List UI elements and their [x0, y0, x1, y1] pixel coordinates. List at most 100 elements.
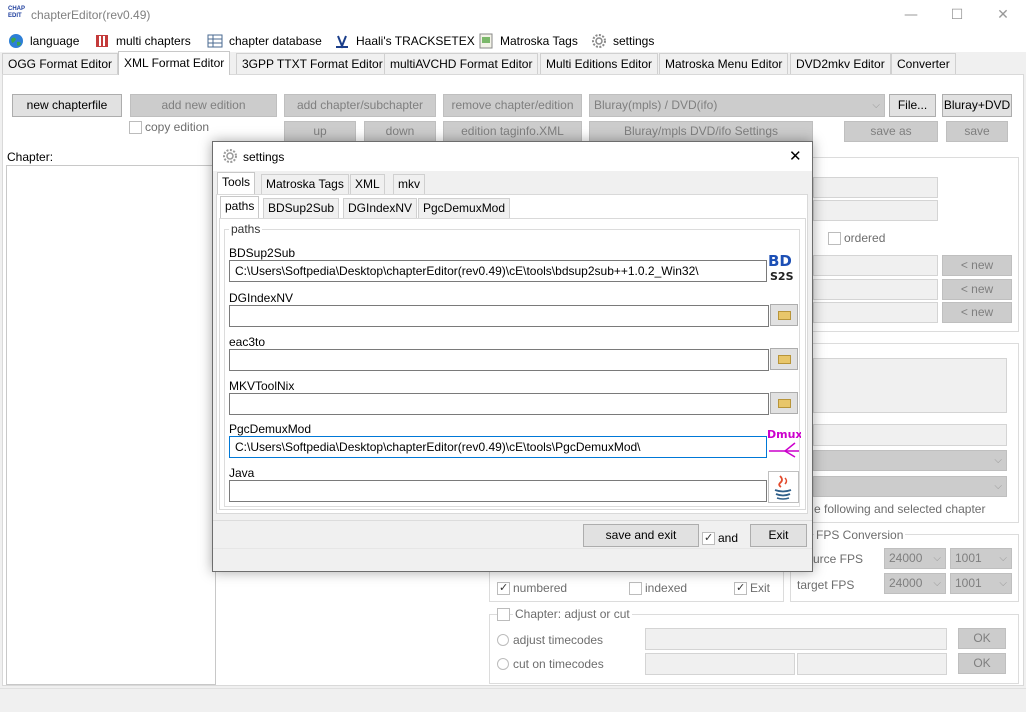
dialog-close-button[interactable]: ✕	[789, 147, 802, 165]
subtab-dgindexnv[interactable]: DGIndexNV	[343, 198, 418, 218]
menu-language[interactable]: language	[8, 32, 79, 50]
indexed-checkbox[interactable]	[629, 582, 642, 595]
minimize-button[interactable]: —	[888, 0, 934, 30]
dlg-tab-matroska-tags[interactable]: Matroska Tags	[261, 174, 349, 194]
table-icon	[207, 33, 223, 49]
exit-label: Exit	[750, 581, 771, 595]
book-icon	[94, 33, 110, 49]
menu-haali-tracksetex[interactable]: Haali's TRACKSETEX	[334, 32, 475, 50]
target-fps-den-select[interactable]: 1001 ⌵	[950, 573, 1012, 594]
cut-start-input[interactable]	[645, 653, 795, 675]
tab-converter[interactable]: Converter	[891, 53, 956, 74]
remove-chapter-button[interactable]: remove chapter/edition	[443, 94, 582, 117]
folder-icon	[778, 399, 791, 408]
adjust-timecodes-input[interactable]	[645, 628, 947, 650]
mkvtoolnix-path-input[interactable]	[229, 393, 769, 415]
chapter-field-1[interactable]	[813, 177, 938, 198]
haali-icon	[334, 33, 350, 49]
save-and-exit-button[interactable]: save and exit	[583, 524, 699, 547]
bdsup2sub-label: BDSup2Sub	[229, 246, 296, 260]
cut-timecodes-radio[interactable]	[497, 658, 509, 670]
adjust-cut-checkbox[interactable]	[497, 608, 510, 621]
chapter-select-2[interactable]: ⌵	[813, 476, 1007, 497]
tab-3gpp-ttxt-editor[interactable]: 3GPP TTXT Format Editor	[236, 53, 389, 74]
eac3to-path-input[interactable]	[229, 349, 769, 371]
bdsup2sub-path-input[interactable]: C:\Users\Softpedia\Desktop\chapterEditor…	[229, 260, 767, 282]
save-button[interactable]: save	[946, 121, 1008, 142]
chapter-select-1[interactable]: ⌵	[813, 450, 1007, 471]
app-icon: CHAP EDIT	[8, 6, 26, 19]
tab-dvd2mkv-editor[interactable]: DVD2mkv Editor	[790, 53, 891, 74]
close-button[interactable]: ✕	[980, 0, 1026, 30]
chapter-tree[interactable]	[6, 165, 216, 685]
folder-icon	[778, 311, 791, 320]
exit-checkbox[interactable]	[734, 581, 747, 595]
new-chapterfile-button[interactable]: new chapterfile	[12, 94, 122, 117]
tab-multiavchd-editor[interactable]: multiAVCHD Format Editor	[384, 53, 539, 74]
java-path-input[interactable]	[229, 480, 767, 502]
and-checkbox[interactable]	[702, 531, 715, 545]
mkvtoolnix-label: MKVToolNix	[229, 379, 295, 393]
edition-taginfo-button[interactable]: edition taginfo.XML	[443, 121, 582, 142]
dgindexnv-path-input[interactable]	[229, 305, 769, 327]
svg-text:S2S: S2S	[770, 270, 794, 282]
tab-xml-format-editor[interactable]: XML Format Editor	[118, 51, 231, 75]
chapter-field-2[interactable]	[813, 200, 938, 221]
dlg-tab-tools[interactable]: Tools	[217, 172, 256, 194]
new-button-3[interactable]: < new	[942, 302, 1012, 323]
save-as-button[interactable]: save as	[844, 121, 938, 142]
subtab-pgcdemuxmod[interactable]: PgcDemuxMod	[418, 198, 511, 218]
tab-multi-editions-editor[interactable]: Multi Editions Editor	[540, 53, 659, 74]
cut-ok-button[interactable]: OK	[958, 653, 1006, 674]
add-chapter-button[interactable]: add chapter/subchapter	[284, 94, 436, 117]
source-fps-select[interactable]: 24000 ⌵	[884, 548, 946, 569]
source-select[interactable]: Bluray(mpls) / DVD(ifo) ⌵	[589, 94, 885, 117]
dlg-tab-xml[interactable]: XML	[350, 174, 385, 194]
bluray-settings-button[interactable]: Bluray/mpls DVD/ifo Settings	[589, 121, 813, 142]
chapter-notes-box[interactable]	[813, 358, 1007, 413]
title-bar: CHAP EDIT chapterEditor(rev0.49) — ☐ ✕	[0, 0, 1026, 30]
subtab-paths[interactable]: paths	[220, 196, 260, 218]
new-button-2[interactable]: < new	[942, 279, 1012, 300]
dialog-exit-button[interactable]: Exit	[750, 524, 807, 547]
chapter-field-4[interactable]	[813, 279, 938, 300]
java-logo-icon[interactable]	[768, 471, 799, 503]
tab-matroska-menu-editor[interactable]: Matroska Menu Editor	[659, 53, 789, 74]
copy-edition-checkbox[interactable]	[129, 121, 142, 134]
adjust-ok-button[interactable]: OK	[958, 628, 1006, 649]
chapter-field-5[interactable]	[813, 302, 938, 323]
bdsup2sub-logo-icon: BD S2S	[768, 252, 800, 283]
bluray-dvd-button[interactable]: Bluray+DVD	[942, 94, 1012, 117]
fps-conversion-title: FPS Conversion	[814, 528, 906, 542]
chapter-field-3[interactable]	[813, 255, 938, 276]
mkvtoolnix-browse-button[interactable]	[770, 392, 798, 414]
down-button[interactable]: down	[364, 121, 436, 142]
eac3to-browse-button[interactable]	[770, 348, 798, 370]
subtab-bdsup2sub[interactable]: BDSup2Sub	[263, 198, 340, 218]
chapter-label: Chapter:	[7, 150, 54, 164]
menu-matroska-tags[interactable]: Matroska Tags	[478, 32, 578, 50]
maximize-button[interactable]: ☐	[934, 0, 980, 30]
tab-ogg-format-editor[interactable]: OGG Format Editor	[2, 53, 119, 74]
menu-multi-chapters[interactable]: multi chapters	[94, 32, 191, 50]
folder-icon	[778, 355, 791, 364]
dlg-tab-mkv[interactable]: mkv	[393, 174, 425, 194]
file-button[interactable]: File...	[889, 94, 936, 117]
pgcdemuxmod-path-input[interactable]: C:\Users\Softpedia\Desktop\chapterEditor…	[229, 436, 767, 458]
chapter-field-6[interactable]	[813, 424, 1007, 446]
source-fps-den-select[interactable]: 1001 ⌵	[950, 548, 1012, 569]
svg-text:Dmux: Dmux	[767, 428, 801, 441]
ordered-checkbox[interactable]	[828, 232, 841, 245]
up-button[interactable]: up	[284, 121, 356, 142]
cut-timecodes-label: cut on timecodes	[513, 657, 604, 671]
numbered-checkbox[interactable]	[497, 581, 510, 595]
cut-end-input[interactable]	[797, 653, 947, 675]
dgindexnv-browse-button[interactable]	[770, 304, 798, 326]
globe-icon	[8, 33, 24, 49]
adjust-timecodes-radio[interactable]	[497, 634, 509, 646]
new-button-1[interactable]: < new	[942, 255, 1012, 276]
menu-chapter-database[interactable]: chapter database	[207, 32, 322, 50]
menu-settings[interactable]: settings	[591, 32, 654, 50]
target-fps-select[interactable]: 24000 ⌵	[884, 573, 946, 594]
add-new-edition-button[interactable]: add new edition	[130, 94, 277, 117]
